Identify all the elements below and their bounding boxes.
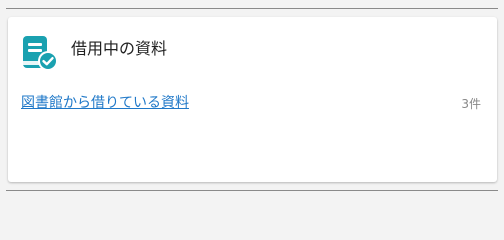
card-title: 借用中の資料 [71,39,168,58]
book-check-icon [21,34,59,72]
borrowed-items-link[interactable]: 図書館から借りている資料 [21,93,189,113]
top-divider [6,8,498,9]
bottom-divider [6,190,498,191]
borrowed-items-card: 借用中の資料 図書館から借りている資料 3件 [8,17,497,182]
item-count: 3件 [461,97,481,111]
